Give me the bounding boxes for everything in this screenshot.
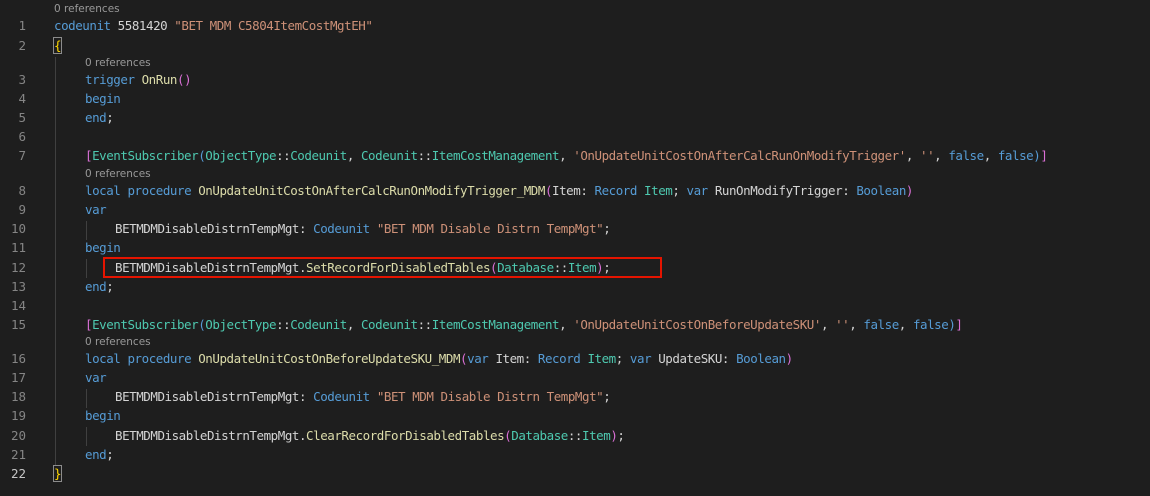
line-number: 7 [18, 148, 26, 163]
line-content: var [85, 370, 107, 385]
code-line[interactable]: 17 var [0, 368, 1150, 387]
line-number: 1 [18, 18, 26, 33]
code-line[interactable]: 18 BETMDMDisableDistrnTempMgt: Codeunit … [0, 387, 1150, 406]
line-content: begin [85, 408, 121, 423]
code-line[interactable]: 19 begin [0, 406, 1150, 425]
code-line[interactable]: 5 end; [0, 108, 1150, 127]
line-content: begin [85, 240, 121, 255]
line-content: BETMDMDisableDistrnTempMgt: Codeunit "BE… [115, 221, 611, 236]
line-content: end; [85, 279, 114, 294]
code-line[interactable]: 6 [0, 127, 1150, 146]
line-content: begin [85, 91, 121, 106]
line-content: { [52, 37, 63, 54]
line-number: 14 [10, 298, 26, 313]
code-line[interactable]: 13 end; [0, 277, 1150, 296]
code-line[interactable]: 11 begin [0, 238, 1150, 257]
code-line[interactable]: 7 [EventSubscriber(ObjectType::Codeunit,… [0, 146, 1150, 165]
line-number: 9 [18, 202, 26, 217]
line-number: 15 [10, 317, 26, 332]
line-number: 17 [10, 370, 26, 385]
line-content: [EventSubscriber(ObjectType::Codeunit, C… [85, 317, 963, 332]
line-number: 13 [10, 279, 26, 294]
code-line[interactable]: 10 BETMDMDisableDistrnTempMgt: Codeunit … [0, 219, 1150, 238]
line-number: 20 [10, 428, 26, 443]
line-number: 10 [10, 221, 26, 236]
line-content: [EventSubscriber(ObjectType::Codeunit, C… [85, 148, 1048, 163]
highlight-annotation [103, 257, 662, 278]
codelens-references[interactable]: 0 references [54, 2, 120, 17]
line-number: 12 [10, 260, 26, 275]
line-number: 3 [18, 72, 26, 87]
code-line[interactable]: 15 [EventSubscriber(ObjectType::Codeunit… [0, 315, 1150, 334]
code-line[interactable]: 21 end; [0, 445, 1150, 464]
codelens-references[interactable]: 0 references [85, 335, 151, 350]
code-line[interactable]: 2 { [0, 36, 1150, 55]
line-number: 18 [10, 389, 26, 404]
code-line[interactable]: 3 trigger OnRun() [0, 70, 1150, 89]
line-content: } [52, 465, 63, 482]
line-number: 19 [10, 408, 26, 423]
line-number: 11 [10, 240, 26, 255]
codelens-references[interactable]: 0 references [85, 167, 151, 182]
code-line[interactable]: 14 [0, 296, 1150, 315]
code-line[interactable]: 20 BETMDMDisableDistrnTempMgt.ClearRecor… [0, 426, 1150, 445]
line-content: BETMDMDisableDistrnTempMgt: Codeunit "BE… [115, 389, 611, 404]
line-content: end; [85, 447, 114, 462]
code-line[interactable]: 22 } [0, 464, 1150, 483]
code-line[interactable]: 9 var [0, 200, 1150, 219]
line-content: codeunit 5581420 "BET MDM C5804ItemCostM… [54, 18, 373, 33]
code-editor[interactable]: 0 references 0 references 0 references 0… [0, 0, 1150, 496]
line-content: local procedure OnUpdateUnitCostOnBefore… [85, 351, 793, 366]
line-number: 8 [18, 183, 26, 198]
line-number: 6 [18, 129, 26, 144]
line-content: BETMDMDisableDistrnTempMgt.ClearRecordFo… [115, 428, 625, 443]
line-content: var [85, 202, 107, 217]
line-content: local procedure OnUpdateUnitCostOnAfterC… [85, 183, 913, 198]
code-line[interactable]: 4 begin [0, 89, 1150, 108]
line-number: 16 [10, 351, 26, 366]
code-line[interactable]: 1 codeunit 5581420 "BET MDM C5804ItemCos… [0, 16, 1150, 35]
codelens-references[interactable]: 0 references [85, 56, 151, 71]
code-line[interactable]: 16 local procedure OnUpdateUnitCostOnBef… [0, 349, 1150, 368]
line-number: 22 [10, 466, 26, 481]
line-number: 5 [18, 110, 26, 125]
line-content: end; [85, 110, 114, 125]
line-number: 21 [10, 447, 26, 462]
code-line[interactable]: 8 local procedure OnUpdateUnitCostOnAfte… [0, 181, 1150, 200]
line-content: trigger OnRun() [85, 72, 192, 87]
line-number: 2 [18, 38, 26, 53]
line-number: 4 [18, 91, 26, 106]
